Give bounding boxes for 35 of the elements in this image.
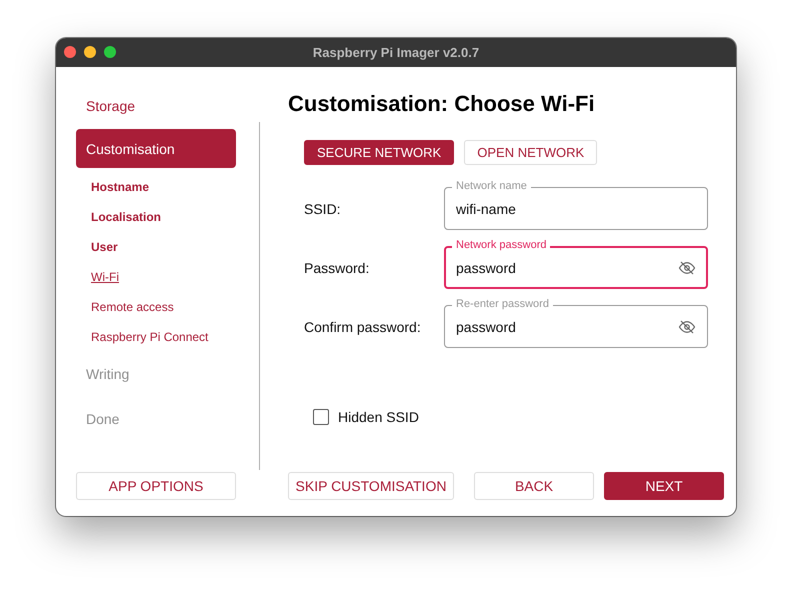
checkbox[interactable] [313, 409, 329, 425]
sidebar-subitem[interactable]: Remote access [91, 300, 174, 314]
minimize-button[interactable] [84, 46, 96, 58]
sidebar-step[interactable]: Customisation [76, 129, 236, 168]
sidebar-subitem[interactable]: Hostname [91, 180, 150, 194]
input-field[interactable]: Network name wifi-name [444, 180, 708, 230]
sidebar-subitem[interactable]: Wi-Fi [91, 270, 119, 284]
sidebar-subitem[interactable]: Raspberry Pi Connect [91, 330, 208, 344]
input-field[interactable]: Re-enter password password [444, 298, 708, 348]
field-value: wifi-name [456, 200, 517, 216]
floating-label: Network password [452, 239, 550, 251]
eye-off-icon[interactable] [678, 318, 696, 336]
field-value: password [456, 260, 517, 276]
checkbox-label: Hidden SSID [338, 409, 419, 425]
network-type-toggle[interactable]: OPEN NETWORK [464, 140, 598, 165]
action-button[interactable]: NEXT [604, 472, 724, 500]
action-button[interactable]: APP OPTIONS [76, 472, 236, 500]
page-heading: Customisation: Choose Wi-Fi [288, 91, 596, 117]
field-value: password [456, 318, 517, 334]
floating-label: Re-enter password [452, 298, 553, 310]
sidebar-subitem[interactable]: User [91, 240, 118, 254]
action-button[interactable]: SKIP CUSTOMISATION [288, 472, 454, 500]
field-label: Password: [304, 260, 370, 276]
zoom-button[interactable] [104, 46, 116, 58]
eye-off-icon[interactable] [678, 258, 696, 276]
action-button[interactable]: BACK [474, 472, 594, 500]
field-label: SSID: [304, 200, 342, 216]
floating-label: Network name [452, 180, 531, 192]
close-button[interactable] [64, 46, 76, 58]
network-type-toggle[interactable]: SECURE NETWORK [304, 140, 454, 165]
sidebar-subitem[interactable]: Localisation [91, 210, 162, 224]
sidebar-step[interactable]: Storage [76, 94, 236, 118]
window-title: Raspberry Pi Imager v2.0.7 [312, 45, 480, 60]
input-field[interactable]: Network password password [444, 239, 708, 289]
field-label: Confirm password: [304, 318, 422, 334]
